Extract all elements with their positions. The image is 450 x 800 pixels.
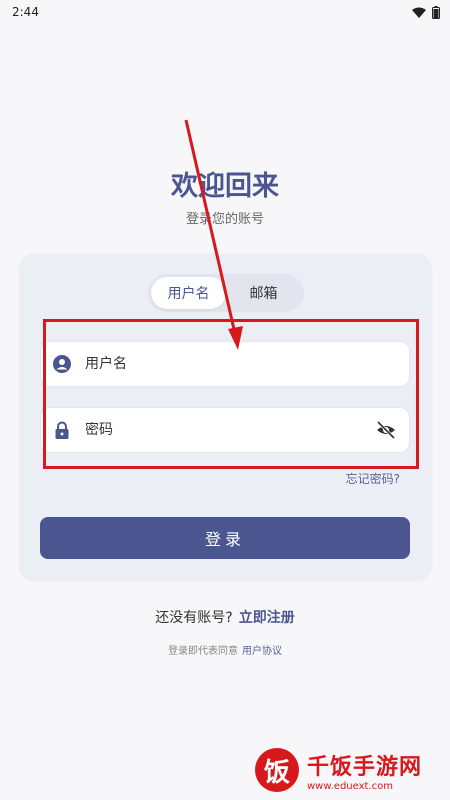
wifi-icon	[412, 7, 426, 18]
forgot-password-link[interactable]: 忘记密码?	[346, 470, 400, 487]
watermark-name: 千饭手游网	[307, 754, 423, 780]
page-subtitle: 登录您的账号	[185, 212, 264, 227]
page-title: 欢迎回来	[171, 171, 279, 202]
user-agreement-link[interactable]: 用户协议	[242, 646, 282, 657]
watermark-logo: 饭	[255, 748, 299, 792]
no-account-text: 还没有账号?	[155, 610, 233, 626]
status-time: 2:44	[12, 5, 39, 19]
watermark: 饭 千饭手游网 www.eduext.com	[255, 740, 450, 800]
status-icons	[412, 5, 440, 19]
tab-email[interactable]: 邮箱	[226, 277, 301, 309]
annotation-highlight-box	[43, 319, 419, 469]
login-button[interactable]: 登录	[40, 517, 410, 559]
battery-icon	[432, 5, 440, 19]
terms-prefix: 登录即代表同意	[168, 646, 238, 657]
status-bar: 2:44	[0, 0, 450, 24]
watermark-text: 千饭手游网 www.eduext.com	[307, 749, 422, 792]
register-prompt: 还没有账号? 立即注册	[0, 607, 450, 627]
tab-username[interactable]: 用户名	[151, 277, 226, 309]
watermark-url: www.eduext.com	[307, 780, 393, 792]
terms-notice: 登录即代表同意 用户协议	[0, 642, 450, 657]
register-link[interactable]: 立即注册	[239, 610, 295, 626]
login-method-tabs: 用户名 邮箱	[148, 274, 304, 312]
